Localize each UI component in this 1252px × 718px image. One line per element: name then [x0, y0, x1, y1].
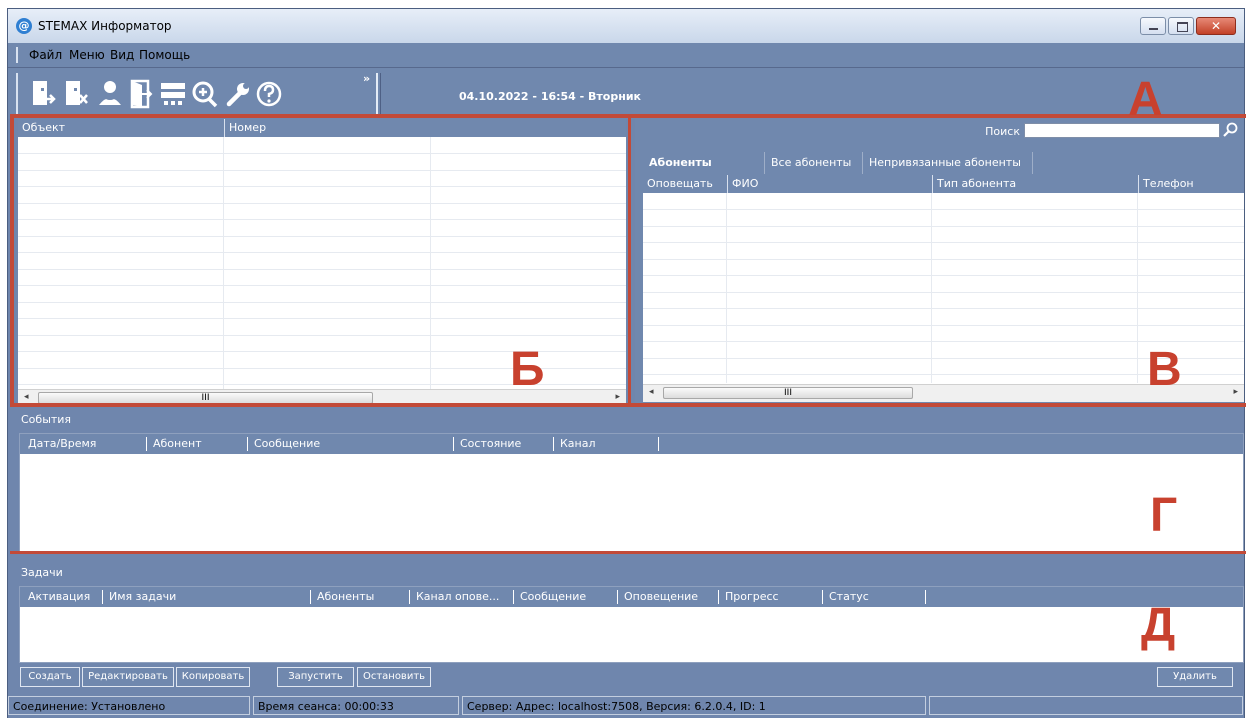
events-title: События [21, 413, 72, 426]
column-subscribers[interactable]: Абоненты [310, 590, 374, 604]
toolbar-separator [376, 73, 378, 115]
events-grid-header: Дата/Время Абонент Сообщение Состояние К… [20, 434, 1243, 454]
column-channel[interactable]: Канал [553, 437, 596, 451]
help-icon[interactable] [255, 79, 283, 109]
toolbar: » 04.10.2022 - 16:54 - Вторник [8, 68, 1244, 119]
app-logo-icon: @ [16, 18, 32, 34]
edit-button[interactable]: Редактировать [82, 667, 174, 687]
column-notification[interactable]: Оповещение [617, 590, 698, 604]
start-button[interactable]: Запустить [277, 667, 354, 687]
stop-button[interactable]: Остановить [357, 667, 431, 687]
menu-help[interactable]: Помощь [139, 48, 190, 62]
annotation-label-b: Б [510, 343, 545, 396]
add-object-icon[interactable] [30, 79, 58, 109]
menu-grip [16, 47, 18, 63]
column-message[interactable]: Сообщение [247, 437, 320, 451]
delete-button[interactable]: Удалить [1157, 667, 1233, 687]
menu-file[interactable]: Файл [29, 48, 62, 62]
menu-bar: Файл Меню Вид Помощь [8, 43, 1244, 68]
exit-icon[interactable] [127, 79, 155, 109]
annotation-label-v: В [1147, 343, 1182, 396]
column-activation[interactable]: Активация [22, 590, 90, 604]
column-progress[interactable]: Прогресс [718, 590, 779, 604]
maximize-button[interactable] [1168, 17, 1194, 35]
copy-button[interactable]: Копировать [176, 667, 250, 687]
column-state[interactable]: Состояние [453, 437, 521, 451]
annotation-divider-g-d [10, 551, 1246, 554]
settings-wrench-icon[interactable] [223, 79, 251, 109]
column-status[interactable]: Статус [822, 590, 869, 604]
tasks-title: Задачи [21, 566, 63, 579]
search-zoom-icon[interactable] [191, 79, 219, 109]
window-title: STEMAX Информатор [38, 19, 172, 33]
column-datetime[interactable]: Дата/Время [22, 437, 96, 451]
menu-view[interactable]: Вид [110, 48, 134, 62]
toolbar-overflow[interactable]: » [363, 72, 370, 85]
create-button[interactable]: Создать [20, 667, 80, 687]
events-grid[interactable]: Дата/Время Абонент Сообщение Состояние К… [19, 433, 1244, 553]
minimize-button[interactable] [1140, 17, 1166, 35]
server-icon[interactable] [159, 79, 187, 109]
toolbar-separator-shadow [380, 73, 381, 115]
tasks-grid-header: Активация Имя задачи Абоненты Канал опов… [20, 587, 1243, 607]
menu-menu[interactable]: Меню [69, 48, 105, 62]
session-time: Время сеанса: 00:00:33 [253, 696, 459, 715]
tasks-grid[interactable]: Активация Имя задачи Абоненты Канал опов… [19, 586, 1244, 663]
current-datetime: 04.10.2022 - 16:54 - Вторник [459, 90, 642, 103]
server-info: Сервер: Адрес: localhost:7508, Версия: 6… [462, 696, 926, 715]
delete-object-icon[interactable] [63, 79, 91, 109]
annotation-label-a: А [1128, 73, 1163, 126]
column-message[interactable]: Сообщение [513, 590, 586, 604]
annotation-label-g: Г [1150, 489, 1178, 542]
title-bar[interactable]: @ STEMAX Информатор ✕ [8, 9, 1244, 44]
column-divider-end [658, 437, 665, 451]
column-divider-end [925, 590, 932, 604]
annotation-label-d: Д [1141, 599, 1176, 652]
toolbar-grip [16, 73, 18, 115]
status-bar: Соединение: Установлено Время сеанса: 00… [8, 694, 1244, 718]
status-extra [929, 696, 1243, 715]
close-button[interactable]: ✕ [1196, 17, 1236, 35]
column-subscriber[interactable]: Абонент [146, 437, 202, 451]
column-task-name[interactable]: Имя задачи [102, 590, 176, 604]
column-notify-channel[interactable]: Канал опове... [409, 590, 499, 604]
subscriber-icon[interactable] [96, 79, 124, 109]
connection-status: Соединение: Установлено [8, 696, 250, 715]
